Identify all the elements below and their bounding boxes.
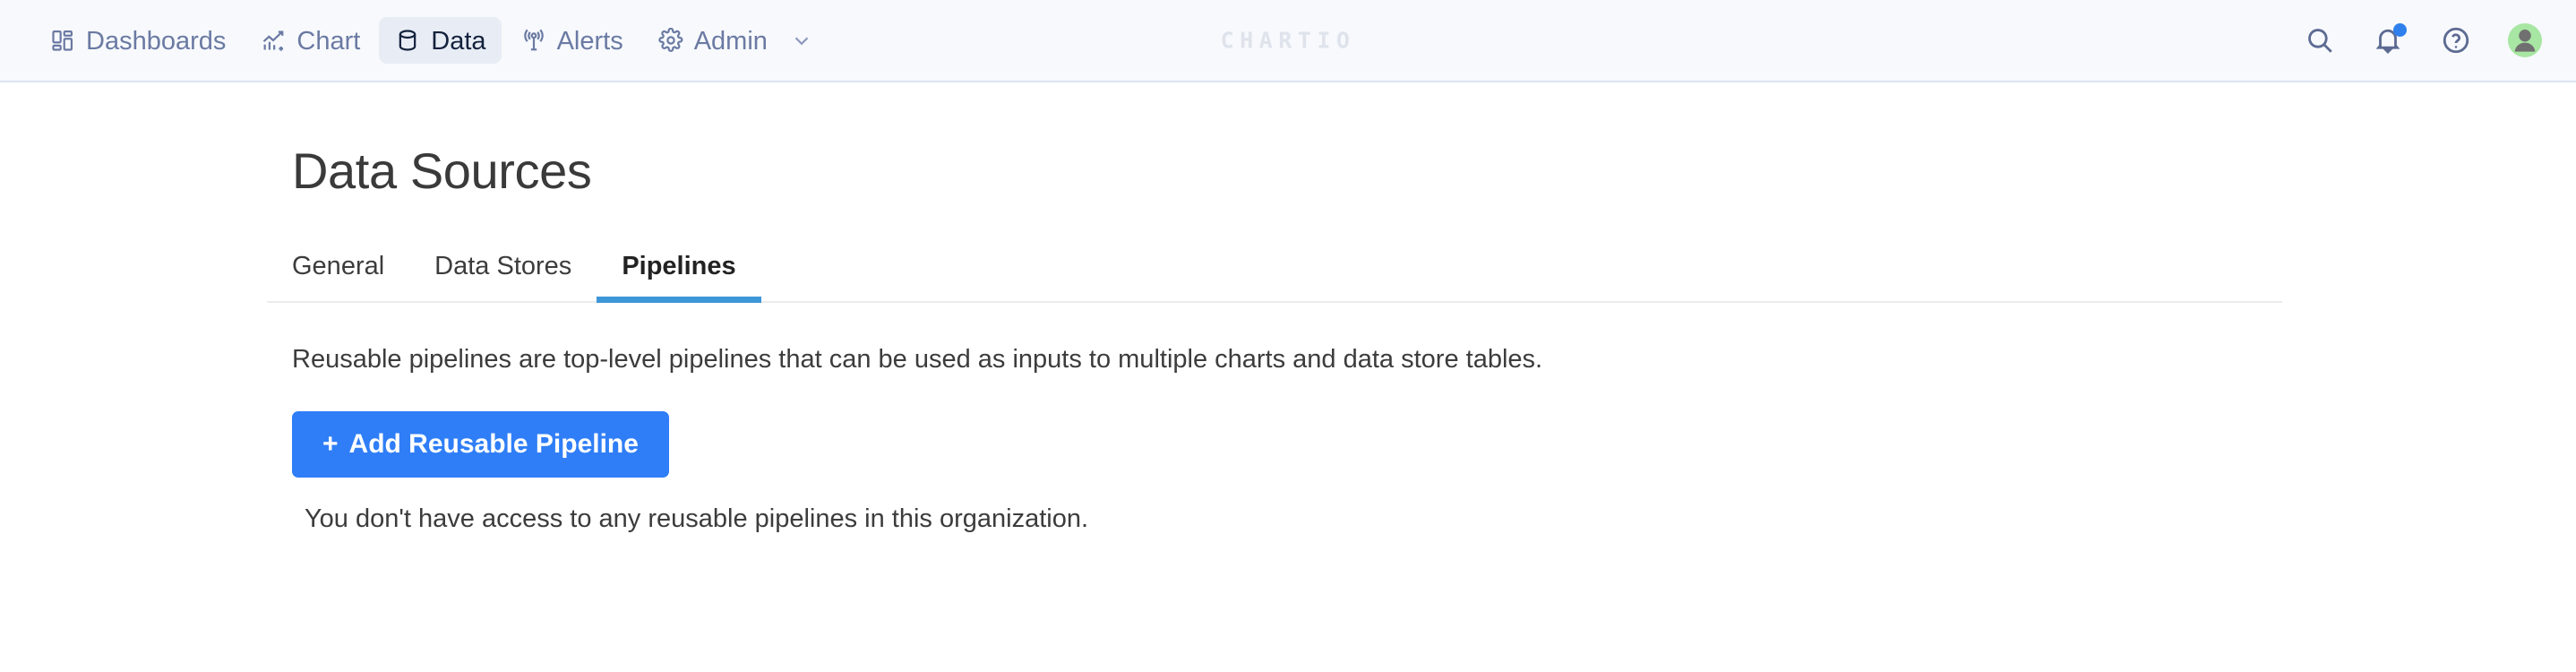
page-content: Data Sources General Data Stores Pipelin…: [0, 142, 2576, 534]
tab-data-stores[interactable]: Data Stores: [409, 243, 597, 301]
chevron-down-icon[interactable]: [790, 29, 813, 52]
nav-item-dashboards[interactable]: Dashboards: [34, 17, 241, 64]
chart-icon: [260, 27, 287, 54]
nav-item-label: Alerts: [556, 26, 623, 56]
dashboard-grid-icon: [49, 27, 76, 54]
database-icon: [394, 27, 421, 54]
tab-pipelines[interactable]: Pipelines: [597, 243, 761, 303]
bell-icon[interactable]: [2372, 23, 2407, 56]
nav-item-data[interactable]: Data: [379, 17, 502, 64]
add-reusable-pipeline-label: Add Reusable Pipeline: [348, 429, 639, 460]
nav-item-label: Dashboards: [86, 26, 227, 56]
nav-item-chart[interactable]: Chart: [245, 17, 375, 64]
nav-item-label: Data: [431, 26, 486, 56]
nav-item-admin[interactable]: Admin: [642, 17, 829, 64]
page-title: Data Sources: [292, 142, 592, 199]
alerts-antenna-icon: [520, 27, 547, 54]
tab-general[interactable]: General: [267, 243, 409, 301]
plus-icon: +: [322, 429, 339, 460]
search-icon[interactable]: [2304, 24, 2336, 56]
settings-tabs: General Data Stores Pipelines: [267, 243, 2282, 303]
top-navbar: Dashboards Chart Data Alerts Admin CHART…: [0, 0, 2576, 82]
nav-item-label: Chart: [296, 26, 361, 56]
nav-item-alerts[interactable]: Alerts: [505, 17, 639, 64]
primary-navigation: Dashboards Chart Data Alerts Admin: [34, 17, 829, 64]
pipelines-description: Reusable pipelines are top-level pipelin…: [292, 345, 1543, 374]
nav-item-label: Admin: [693, 26, 768, 56]
user-avatar-icon[interactable]: [2508, 23, 2542, 57]
add-reusable-pipeline-button[interactable]: + Add Reusable Pipeline: [292, 411, 669, 478]
gear-icon: [657, 27, 684, 54]
navbar-actions: [2304, 23, 2542, 57]
empty-state-message: You don't have access to any reusable pi…: [305, 504, 1089, 534]
help-circle-icon[interactable]: [2440, 24, 2472, 56]
notification-badge: [2393, 23, 2407, 37]
